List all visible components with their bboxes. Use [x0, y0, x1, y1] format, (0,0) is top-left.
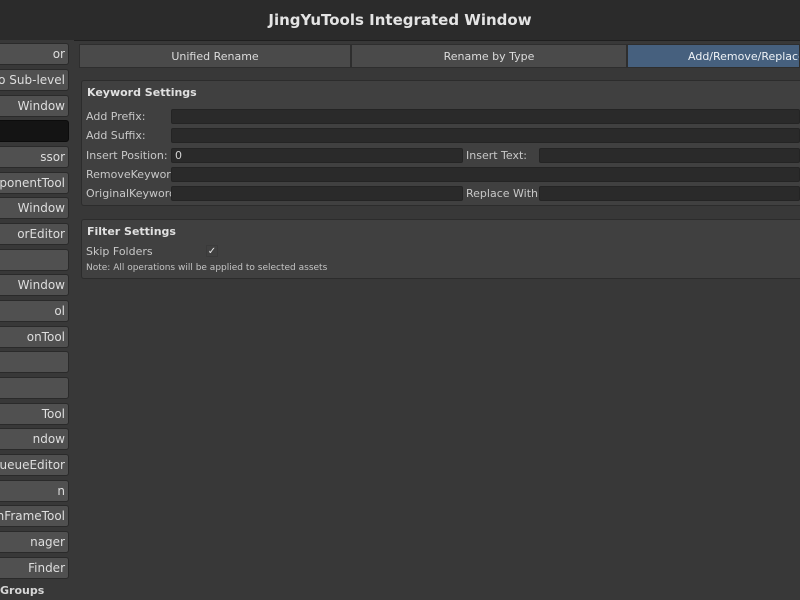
tab-bar: Unified Rename Rename by Type Add/Remove…	[79, 44, 800, 68]
tab-rename-by-type[interactable]: Rename by Type	[351, 44, 627, 68]
sidebar-item[interactable]: orEditor	[0, 223, 69, 245]
sidebar-item[interactable]: mponentTool	[0, 172, 69, 194]
window-title: JingYuTools Integrated Window	[268, 11, 532, 29]
tab-unified-rename[interactable]: Unified Rename	[79, 44, 351, 68]
sidebar-item[interactable]: Window	[0, 197, 69, 219]
replace-with-label: Replace With:	[466, 187, 542, 200]
insert-text-input[interactable]	[539, 148, 800, 163]
add-suffix-label: Add Suffix:	[86, 129, 146, 142]
original-keyword-input[interactable]	[171, 186, 463, 201]
sidebar-item[interactable]	[0, 377, 69, 399]
sidebar-item[interactable]: Window	[0, 274, 69, 296]
original-keyword-label: OriginalKeyword:	[86, 187, 180, 200]
sidebar-item[interactable]: Tool	[0, 403, 69, 425]
remove-keyword-label: RemoveKeyword:	[86, 168, 182, 181]
filter-settings-title: Filter Settings	[87, 225, 176, 238]
sidebar-item[interactable]: ssor	[0, 146, 69, 168]
insert-position-label: Insert Position:	[86, 149, 168, 162]
insert-text-label: Insert Text:	[466, 149, 527, 162]
sidebar-item[interactable]: o Sub-level	[0, 69, 69, 91]
sidebar-item[interactable]: ol	[0, 300, 69, 322]
tab-add-remove-replace[interactable]: Add/Remove/Replace K	[627, 44, 800, 68]
add-suffix-input[interactable]	[171, 128, 800, 143]
sidebar-item[interactable]: or	[0, 43, 69, 65]
sidebar-item[interactable]: nager	[0, 531, 69, 553]
window-title-bar: JingYuTools Integrated Window	[0, 0, 800, 41]
sidebar-item[interactable]: Window	[0, 95, 69, 117]
remove-keyword-input[interactable]	[171, 167, 800, 182]
sidebar-item[interactable]	[0, 351, 69, 373]
sidebar-item[interactable]: ndow	[0, 428, 69, 450]
skip-folders-checkbox[interactable]: ✓	[206, 245, 218, 257]
replace-with-input[interactable]	[539, 186, 800, 201]
sidebar-item-selected[interactable]	[0, 120, 69, 142]
sidebar-item[interactable]: Finder	[0, 557, 69, 579]
add-prefix-label: Add Prefix:	[86, 110, 146, 123]
sidebar-item[interactable]: n	[0, 480, 69, 502]
add-prefix-input[interactable]	[171, 109, 800, 124]
sidebar-item[interactable]: ueueEditor	[0, 454, 69, 476]
operations-note: Note: All operations will be applied to …	[86, 263, 328, 273]
filter-settings-panel: Filter Settings Skip Folders ✓ Note: All…	[81, 219, 800, 279]
sidebar-item[interactable]	[0, 249, 69, 271]
sidebar-item[interactable]: onTool	[0, 326, 69, 348]
sidebar-group-header: Groups	[0, 584, 45, 597]
sidebar: or o Sub-level Window ssor mponentTool W…	[0, 40, 74, 600]
skip-folders-label: Skip Folders	[86, 245, 153, 258]
insert-position-input[interactable]: 0	[171, 148, 463, 163]
keyword-settings-title: Keyword Settings	[87, 86, 197, 99]
sidebar-item[interactable]: onFrameTool	[0, 505, 69, 527]
keyword-settings-panel: Keyword Settings Add Prefix: Add Suffix:…	[81, 80, 800, 206]
